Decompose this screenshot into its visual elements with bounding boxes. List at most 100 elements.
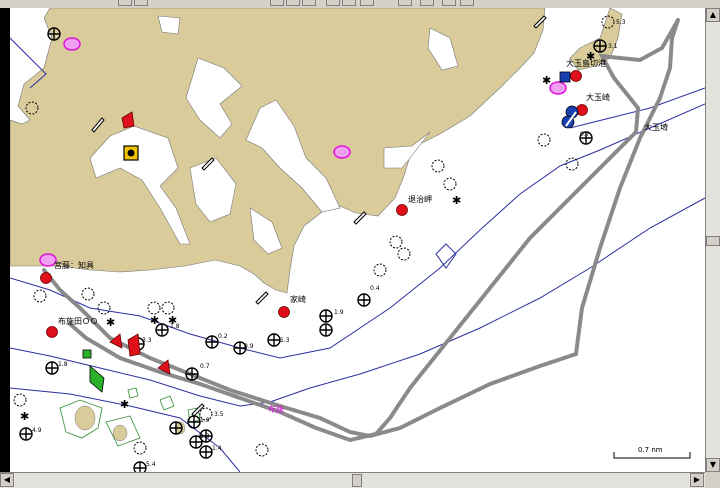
depth-label: 3.3	[142, 337, 152, 344]
rock-icon	[373, 263, 387, 277]
red-light-icon	[40, 272, 52, 284]
rock-icon	[389, 235, 403, 249]
islet-2	[112, 424, 128, 442]
green-buoy	[82, 349, 105, 393]
scale-bar: 0.7 nm	[613, 446, 691, 459]
rock-icon: ✱	[150, 314, 159, 327]
rock-icon	[431, 159, 445, 173]
red-light-icon	[576, 104, 588, 116]
red-light-icon	[570, 70, 582, 82]
buoy-icon	[559, 71, 571, 83]
toolbar-button-9[interactable]	[398, 0, 412, 6]
circle-cross-icon	[45, 361, 59, 375]
toolbar-button-2[interactable]	[134, 0, 148, 6]
depth-label: 0.2	[218, 333, 228, 340]
red-light-icon	[46, 326, 58, 338]
islet-1	[74, 405, 96, 431]
depth-label: 4.9	[32, 427, 42, 434]
circle-cross-icon	[133, 461, 147, 472]
chart-application: ✱ ✱ ✱ ✱ ✱ ✱ ✱ ✱ 大玉島切港 大玉崎 大玉埼 退治岬 家崎 宮藤：…	[0, 0, 720, 488]
label-narrow-point: 宮藤：知具	[54, 260, 94, 270]
circle-cross-icon	[357, 293, 371, 307]
reef-5	[127, 387, 139, 399]
scroll-right-icon[interactable]: ▶	[690, 473, 704, 487]
circle-cross-icon	[319, 309, 333, 323]
red-light-icon	[109, 333, 123, 349]
depth-label: 1.9	[200, 417, 210, 424]
magenta-light-icon	[549, 81, 567, 95]
circle-cross-icon	[185, 367, 199, 381]
red-light-icon	[127, 333, 141, 357]
chart-canvas[interactable]: ✱ ✱ ✱ ✱ ✱ ✱ ✱ ✱ 大玉島切港 大玉崎 大玉埼 退治岬 家崎 宮藤：…	[10, 8, 705, 472]
rock-icon	[97, 301, 111, 315]
nautical-chart-view[interactable]: ✱ ✱ ✱ ✱ ✱ ✱ ✱ ✱ 大玉島切港 大玉崎 大玉埼 退治岬 家崎 宮藤：…	[10, 8, 705, 472]
toolbar-button-12[interactable]	[460, 0, 474, 6]
depth-label: 1.8	[58, 361, 68, 368]
rock-icon: ✱	[20, 410, 29, 423]
horizontal-scroll-thumb[interactable]	[352, 474, 362, 487]
islets	[74, 405, 186, 442]
depth-label: 1.9	[334, 309, 344, 316]
circle-cross-icon	[47, 27, 61, 41]
depth-label: 1.8	[170, 323, 180, 330]
toolbar-button-1[interactable]	[118, 0, 132, 6]
label-fuse-point: 布施田ＯＯ	[58, 316, 98, 326]
rock-icon	[255, 443, 269, 457]
circle-cross-icon	[205, 335, 219, 349]
rock-icon	[537, 133, 551, 147]
depth-label: 3.5	[214, 411, 224, 418]
rock-icon	[443, 177, 457, 191]
rock-icon	[565, 157, 579, 171]
beacon-icon	[255, 291, 269, 305]
scroll-down-icon[interactable]: ▼	[706, 458, 720, 472]
rock-icon	[33, 289, 47, 303]
rock-icon: ✱	[452, 194, 461, 207]
scroll-up-icon[interactable]: ▲	[706, 8, 720, 22]
toolbar-button-3[interactable]	[270, 0, 284, 6]
circle-cross-icon	[19, 427, 33, 441]
scroll-left-icon[interactable]: ◀	[0, 473, 14, 487]
map-frame: ✱ ✱ ✱ ✱ ✱ ✱ ✱ ✱ 大玉島切港 大玉崎 大玉埼 退治岬 家崎 宮藤：…	[0, 8, 705, 472]
red-light-icon	[396, 204, 408, 216]
scrollbar-corner	[705, 472, 720, 488]
label-taiji-cape: 退治岬	[408, 194, 432, 204]
rock-icon: ✱	[542, 74, 551, 87]
toolbar-button-10[interactable]	[420, 0, 434, 6]
toolbar-button-7[interactable]	[342, 0, 356, 6]
depth-label: 0.7	[580, 131, 590, 138]
magenta-light-icon	[333, 145, 351, 159]
rock-icon	[133, 441, 147, 455]
depth-label: 5.4	[146, 461, 156, 468]
scale-bar-label: 0.7 nm	[638, 446, 663, 454]
label-pink-fuse: 布施	[268, 404, 284, 414]
depth-label: 1.4	[212, 445, 222, 452]
reef-3	[159, 395, 175, 411]
vertical-scroll-thumb[interactable]	[706, 236, 720, 246]
circle-cross-icon	[593, 39, 607, 53]
buoy-icon	[82, 349, 92, 359]
horizontal-scrollbar[interactable]: ◀ ▶	[0, 472, 705, 488]
circle-cross-icon	[199, 445, 213, 459]
facility-icon-core	[127, 149, 135, 157]
toolbar-button-8[interactable]	[360, 0, 374, 6]
depth-label: 5.3	[616, 19, 626, 26]
red-light-icon	[278, 306, 290, 318]
depth-label: 3.1	[608, 43, 618, 50]
toolbar-button-4[interactable]	[286, 0, 300, 6]
toolbar-button-6[interactable]	[326, 0, 340, 6]
depth-label: 1.3	[280, 337, 290, 344]
buoy-icon	[89, 365, 105, 393]
depth-label: 0.9	[244, 343, 254, 350]
toolbar-button-5[interactable]	[302, 0, 316, 6]
toolbar-button-11[interactable]	[442, 0, 456, 6]
beacon-icon	[191, 403, 205, 417]
rock-icon: ✱	[106, 316, 115, 329]
rock-icon	[13, 393, 27, 407]
facility-marker	[123, 145, 139, 161]
rock-icon	[161, 301, 175, 315]
circle-cross-icon	[267, 333, 281, 347]
circle-cross-icon	[169, 421, 183, 435]
vertical-scrollbar[interactable]: ▲ ▼	[705, 8, 720, 472]
rock-icon	[397, 247, 411, 261]
label-oshima-cape: 大玉崎	[586, 92, 610, 102]
